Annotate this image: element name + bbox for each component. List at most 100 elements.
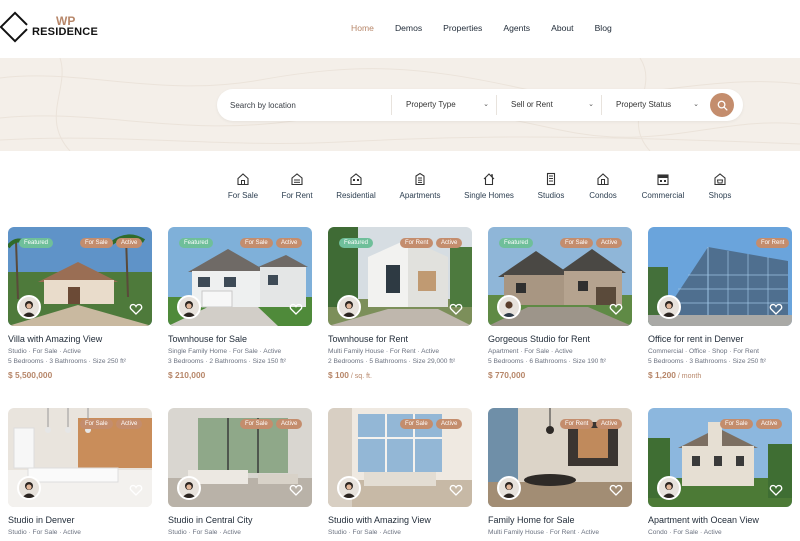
listing-title[interactable]: Townhouse for Sale	[168, 334, 312, 344]
listing-specs: 5 Bedrooms · 3 Bathrooms · Size 250 ft²	[8, 358, 127, 365]
listing-photo[interactable]: For Sale Active	[648, 408, 792, 507]
heart-icon[interactable]	[769, 483, 783, 497]
listing-photo[interactable]: Featured For Sale Active	[168, 227, 312, 326]
heart-icon[interactable]	[289, 302, 303, 316]
category-apartments[interactable]: Apartments	[385, 172, 455, 200]
listing-photo[interactable]: For Rent Active	[488, 408, 632, 507]
listing-card: Featured For Sale Active Gorgeous Studio…	[488, 227, 632, 380]
heart-icon[interactable]	[289, 483, 303, 497]
heart-icon[interactable]	[449, 483, 463, 497]
search-bar: Property Type ⌄ Sell or Rent ⌄ Property …	[217, 89, 743, 121]
property-type-select[interactable]: Property Type ⌄	[391, 95, 496, 115]
nav-item-agents[interactable]: Agents	[503, 23, 530, 33]
sell-or-rent-select[interactable]: Sell or Rent ⌄	[496, 95, 601, 115]
listing-title[interactable]: Studio with Amazing View	[328, 515, 472, 525]
agent-avatar[interactable]	[337, 295, 361, 319]
status-badge: For Sale	[720, 419, 753, 429]
chevron-down-icon: ⌄	[483, 101, 489, 108]
search-button[interactable]	[710, 93, 734, 117]
listing-card: For Sale Active Studio in Denver Studio …	[8, 408, 152, 536]
status-badge: For Rent	[756, 238, 790, 248]
agent-avatar[interactable]	[497, 476, 521, 500]
listing-photo[interactable]: For Sale Active	[168, 408, 312, 507]
listing-title[interactable]: Studio in Central City	[168, 515, 312, 525]
shop-icon	[714, 173, 726, 186]
category-shops[interactable]: Shops	[685, 172, 755, 200]
listing-card: For Sale Active Apartment with Ocean Vie…	[648, 408, 792, 536]
logo-diamond-icon	[0, 11, 31, 43]
listing-title[interactable]: Villa with Amazing View	[8, 334, 152, 344]
listing-meta: Condo · For Sale · Active	[648, 529, 722, 536]
listing-price: $ 1,200 / month	[648, 370, 702, 380]
site-logo[interactable]: WP RESIDENCE	[0, 11, 98, 43]
category-single-homes[interactable]: Single Homes	[454, 172, 524, 200]
studio-icon	[546, 172, 556, 186]
commercial-icon	[657, 174, 669, 186]
heart-icon[interactable]	[449, 302, 463, 316]
agent-avatar[interactable]	[657, 295, 681, 319]
featured-badge: Featured	[339, 238, 374, 248]
status-badge: Active	[596, 238, 623, 248]
agent-portrait	[342, 301, 356, 317]
listing-meta: Studio · For Sale · Active	[8, 529, 81, 536]
status-badge: Active	[436, 238, 463, 248]
listing-photo[interactable]: For Sale Active	[328, 408, 472, 507]
agent-avatar[interactable]	[177, 476, 201, 500]
listing-photo[interactable]: For Sale Active	[8, 408, 152, 507]
listing-title[interactable]: Townhouse for Rent	[328, 334, 472, 344]
nav-item-home[interactable]: Home	[351, 23, 374, 33]
nav-item-properties[interactable]: Properties	[443, 23, 482, 33]
listing-photo[interactable]: Featured For Sale Active	[8, 227, 152, 326]
category-residential[interactable]: Residential	[321, 172, 391, 200]
listing-title[interactable]: Apartment with Ocean View	[648, 515, 792, 525]
heart-icon[interactable]	[609, 483, 623, 497]
status-badge: For Sale	[80, 238, 113, 248]
listing-meta: Studio · For Sale · Active	[168, 529, 241, 536]
listing-photo[interactable]: Featured For Sale Active	[488, 227, 632, 326]
status-badge: For Rent	[560, 419, 594, 429]
heart-icon[interactable]	[609, 302, 623, 316]
agent-portrait	[182, 482, 196, 498]
listing-card: For Sale Active Studio in Central City S…	[168, 408, 312, 536]
status-badge: For Rent	[400, 238, 434, 248]
listing-title[interactable]: Gorgeous Studio for Rent	[488, 334, 632, 344]
agent-avatar[interactable]	[17, 295, 41, 319]
nav-item-demos[interactable]: Demos	[395, 23, 422, 33]
listing-price: $ 770,000	[488, 370, 526, 380]
heart-icon[interactable]	[129, 483, 143, 497]
apartment-icon	[415, 172, 425, 186]
nav-item-about[interactable]: About	[551, 23, 573, 33]
status-badge: Active	[276, 238, 303, 248]
listing-specs: 2 Bedrooms · 5 Bathrooms · Size 29,000 f…	[328, 358, 456, 365]
listing-title[interactable]: Family Home for Sale	[488, 515, 632, 525]
agent-avatar[interactable]	[657, 476, 681, 500]
agent-avatar[interactable]	[17, 476, 41, 500]
listing-meta: Multi Family House · For Rent · Active	[488, 529, 600, 536]
heart-icon[interactable]	[769, 302, 783, 316]
listing-specs: 5 Bedrooms · 6 Bathrooms · Size 190 ft²	[488, 358, 607, 365]
property-status-select[interactable]: Property Status ⌄	[601, 95, 706, 115]
featured-badge: Featured	[19, 238, 54, 248]
status-badge: Active	[436, 419, 463, 429]
status-badge: Active	[596, 419, 623, 429]
category-row: For Sale For Rent Residential Apartments…	[0, 172, 800, 208]
location-search-input[interactable]	[217, 89, 391, 121]
listing-meta: Apartment · For Sale · Active	[488, 348, 573, 355]
listing-title[interactable]: Office for rent in Denver	[648, 334, 792, 344]
listing-title[interactable]: Studio in Denver	[8, 515, 152, 525]
nav-item-blog[interactable]: Blog	[595, 23, 612, 33]
agent-portrait	[502, 301, 516, 317]
search-icon	[717, 100, 728, 111]
agent-avatar[interactable]	[177, 295, 201, 319]
house-rent-icon	[291, 173, 303, 186]
listing-card: For Rent Active Family Home for Sale Mul…	[488, 408, 632, 536]
single-home-icon	[483, 173, 495, 186]
listing-photo[interactable]: For Rent	[648, 227, 792, 326]
status-badge: For Sale	[400, 419, 433, 429]
status-badge: Active	[756, 419, 783, 429]
agent-portrait	[502, 482, 516, 498]
agent-avatar[interactable]	[497, 295, 521, 319]
heart-icon[interactable]	[129, 302, 143, 316]
listing-photo[interactable]: Featured For Rent Active	[328, 227, 472, 326]
agent-avatar[interactable]	[337, 476, 361, 500]
